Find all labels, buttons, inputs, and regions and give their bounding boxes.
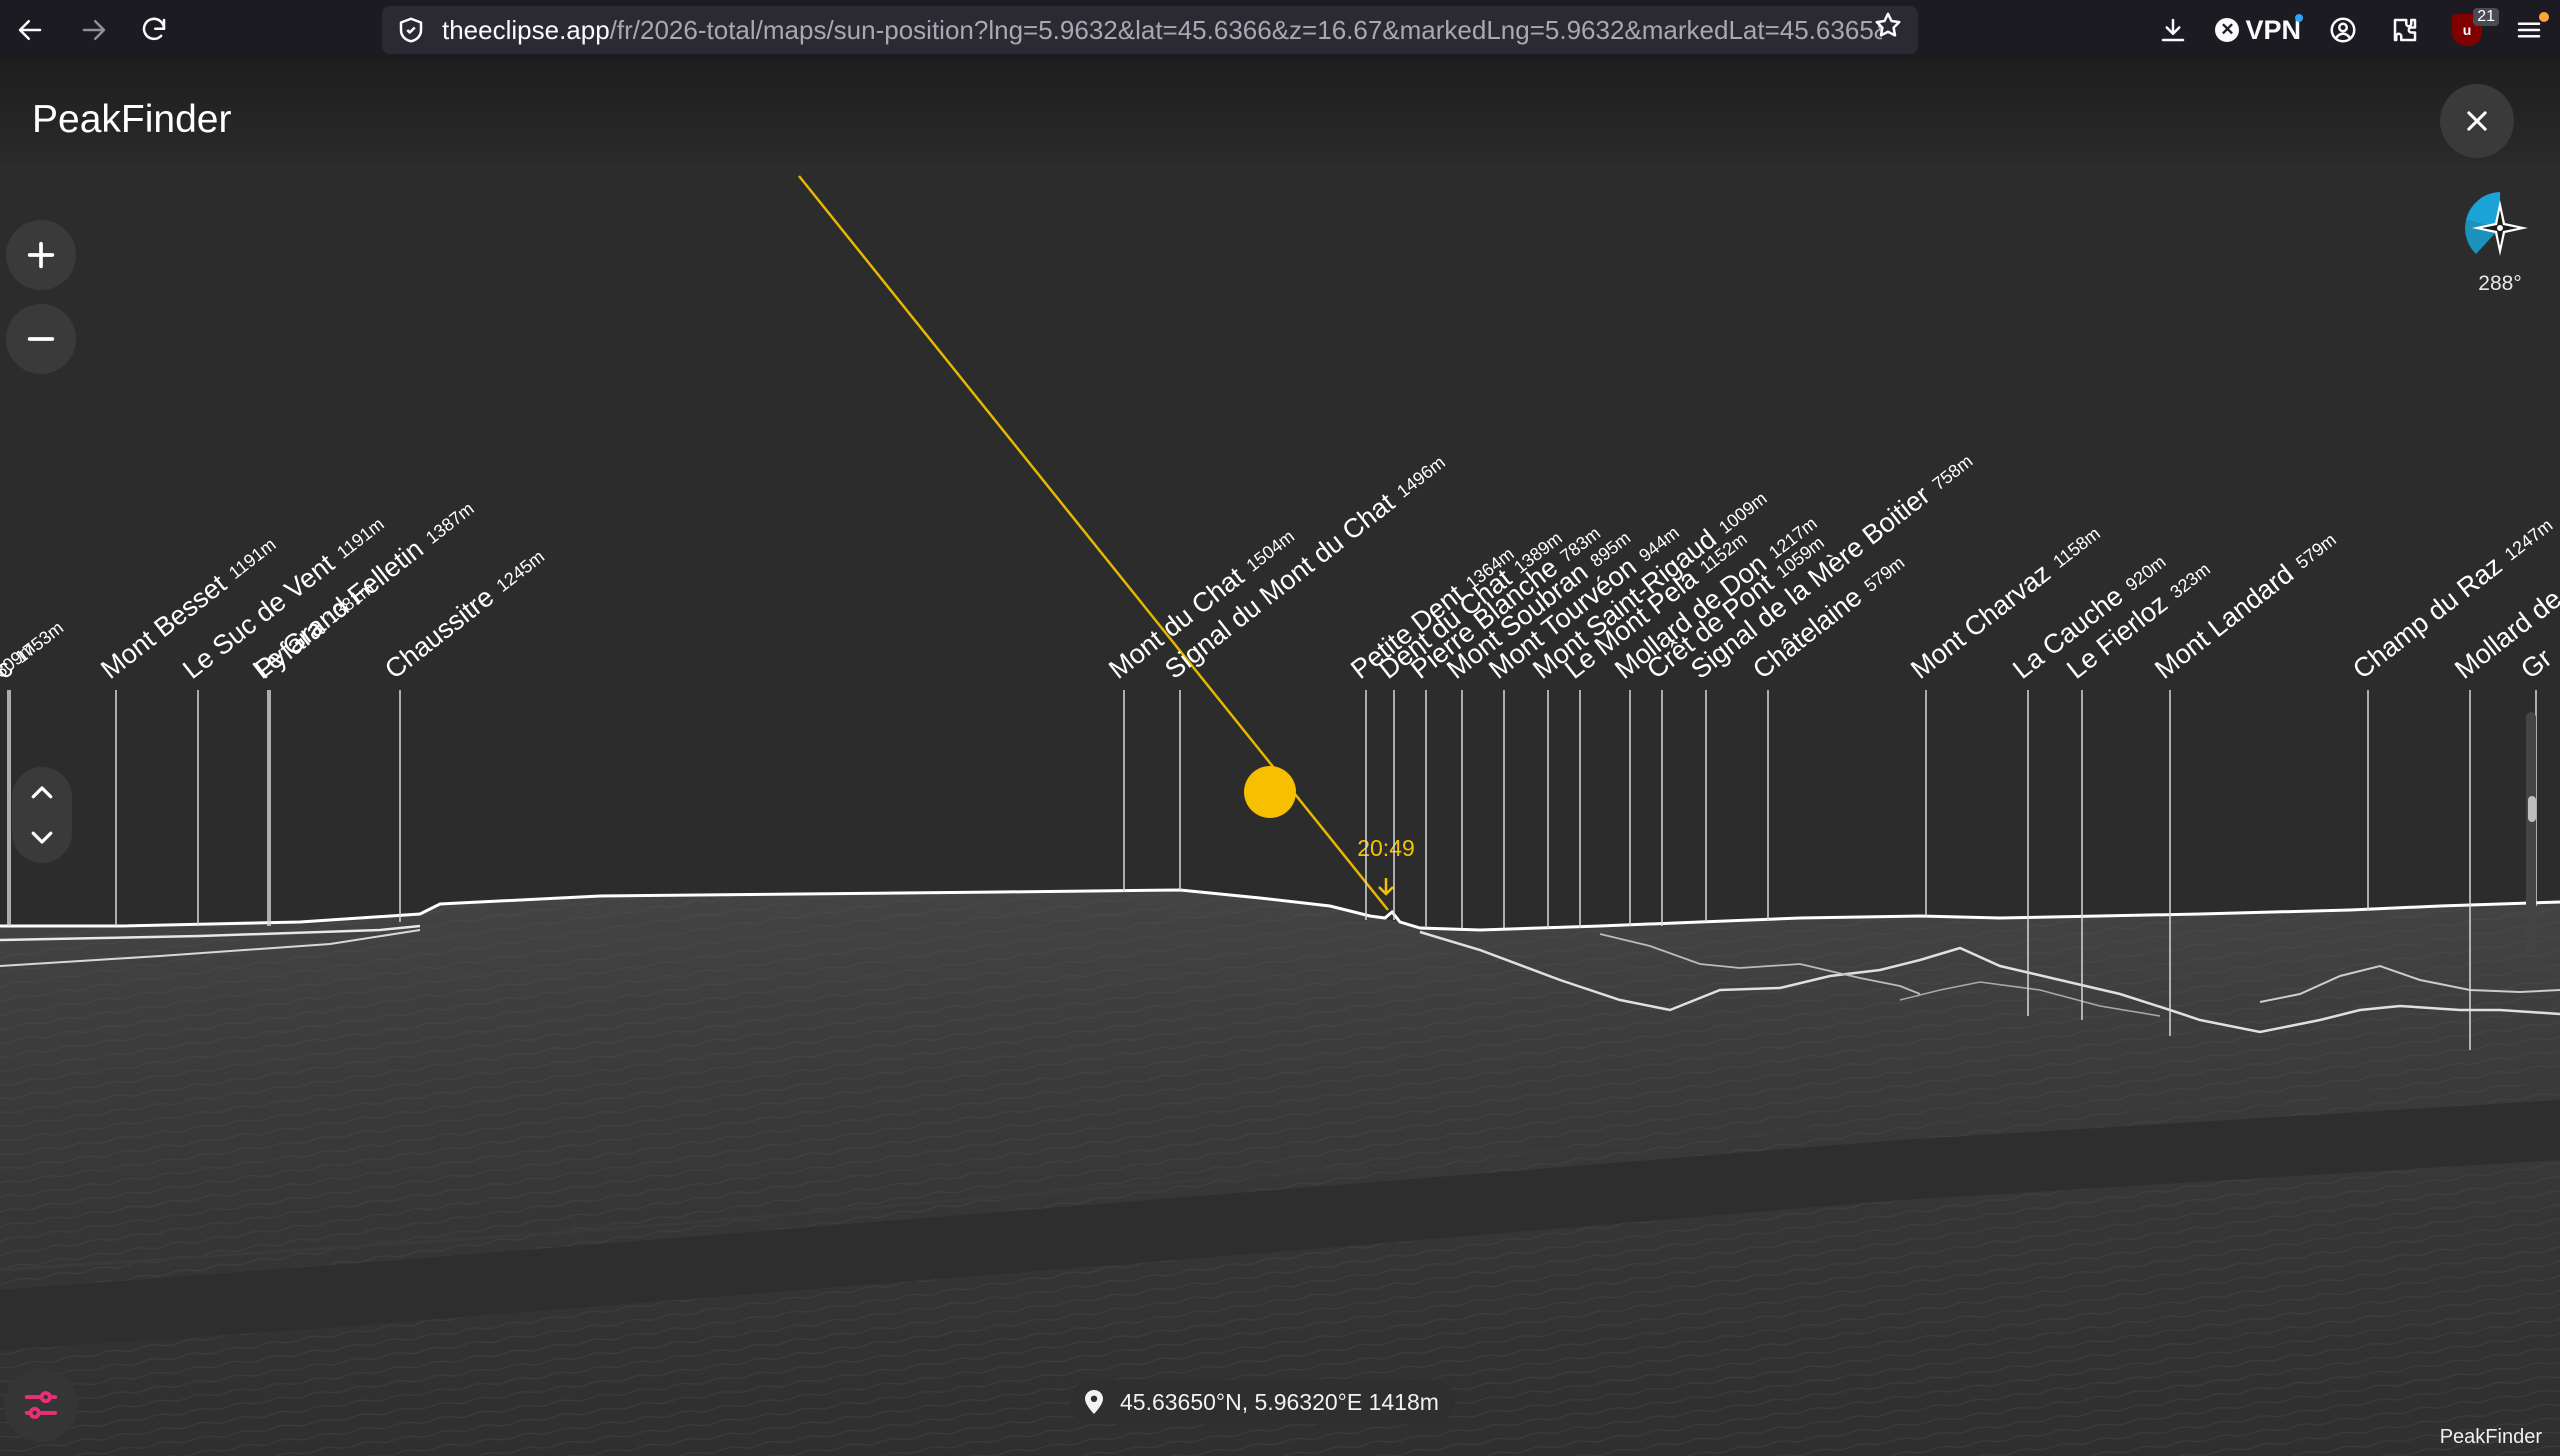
ublock-badge: 21 [2473,8,2499,26]
panorama-view[interactable]: 20:49 809mc1753m Mont Besset1191mLe Suc d… [0,60,2560,1456]
compass-button[interactable] [2462,190,2538,266]
star-icon[interactable] [1873,10,1903,40]
location-coordinates[interactable]: 45.63650°N, 5.96320°E 1418m [1070,1380,1455,1424]
back-icon [18,20,42,40]
peak-elevation: 758m [1929,451,1977,494]
peak-name: Chaussitre [379,582,499,685]
update-indicator [2539,12,2549,22]
peak-elevation: 323m [2166,559,2214,602]
peakfinder-panel: 20:49 809m c 1753m Mont Besset 1191m Le Suc d… [0,60,2560,1456]
tilt-controls [12,767,72,863]
download-icon [2162,18,2185,42]
account-icon [2330,17,2356,43]
peak-elevation: 1009m [1715,488,1771,538]
vpn-status-icon: ✕ [2215,18,2240,42]
close-icon [2467,111,2487,131]
reload-button[interactable] [128,4,180,56]
vpn-label: VPN [2245,14,2301,45]
settings-button[interactable] [4,1368,78,1442]
peak-elevation: 1496m [1393,452,1449,502]
app-menu-button[interactable] [2503,4,2555,56]
toolbar-right: ✕ VPN u 21 [2142,0,2560,60]
peak-elevation: 1245m [493,546,549,596]
peak-elevation: 1158m [2049,523,2104,572]
sun-time-arrow [1378,878,1394,896]
peak-label[interactable]: Mont Landard579m [2149,525,2342,685]
chevron-down-icon [31,831,53,844]
shield-icon[interactable] [396,15,426,45]
tilt-down-button[interactable] [20,817,64,857]
elevation-scrollbar-thumb[interactable] [2528,796,2536,822]
zoom-out-button[interactable] [6,304,76,374]
peak-name: Mont Landard [2149,559,2299,685]
vpn-indicator [2295,14,2303,22]
compass-icon [2465,192,2528,256]
peak-label[interactable]: c1753m [0,613,70,685]
browser-toolbar: theeclipse.app/fr/2026-total/maps/sun-po… [0,0,2560,60]
peak-label[interactable]: Gr [2515,643,2557,685]
extensions-icon [2393,18,2417,42]
downloads-button[interactable] [2147,4,2199,56]
peak-elevation: 579m [2292,529,2340,572]
sliders-icon [24,1391,58,1419]
location-pin-icon [1085,1390,1103,1414]
peak-elevation: 1247m [2501,515,2557,565]
url-path: /fr/2026-total/maps/sun-position?lng=5.9… [609,14,1882,45]
extensions-button[interactable] [2379,4,2431,56]
vpn-button[interactable]: ✕ VPN [2209,4,2307,56]
tilt-up-button[interactable] [20,773,64,813]
sun-path [798,175,1389,911]
compass-heading: 288° [2478,272,2522,295]
account-button[interactable] [2317,4,2369,56]
reload-icon [142,17,166,41]
zoom-in-button[interactable] [6,220,76,290]
back-button[interactable] [4,4,56,56]
peak-elevation: 1387m [422,498,478,548]
zoom-in-icon [27,241,55,269]
url-text[interactable]: theeclipse.app/fr/2026-total/maps/sun-po… [442,15,1882,46]
elevation-scrollbar[interactable] [2526,712,2536,952]
forward-icon [82,20,106,40]
zoom-out-icon [27,337,55,341]
app-title: PeakFinder [32,98,232,141]
peak-elevation: 1191m [225,534,280,583]
sun-marker[interactable] [1244,766,1296,818]
peak-elevation: 1191m [333,514,388,563]
coordinates-text: 45.63650°N, 5.96320°E 1418m [1120,1388,1439,1415]
peak-elevation: 920m [2122,552,2170,595]
forward-button[interactable] [68,4,120,56]
ublock-button[interactable]: u 21 [2441,4,2499,56]
peak-name: Gr [2515,643,2557,685]
peak-elevation: 579m [1861,552,1909,595]
url-host: theeclipse.app [442,14,610,45]
chevron-up-icon [31,786,53,799]
address-bar[interactable]: theeclipse.app/fr/2026-total/maps/sun-po… [382,6,1918,54]
app-header: PeakFinder [0,60,2560,164]
close-button[interactable] [2440,84,2514,158]
brand-watermark: PeakFinder [2439,1426,2542,1448]
